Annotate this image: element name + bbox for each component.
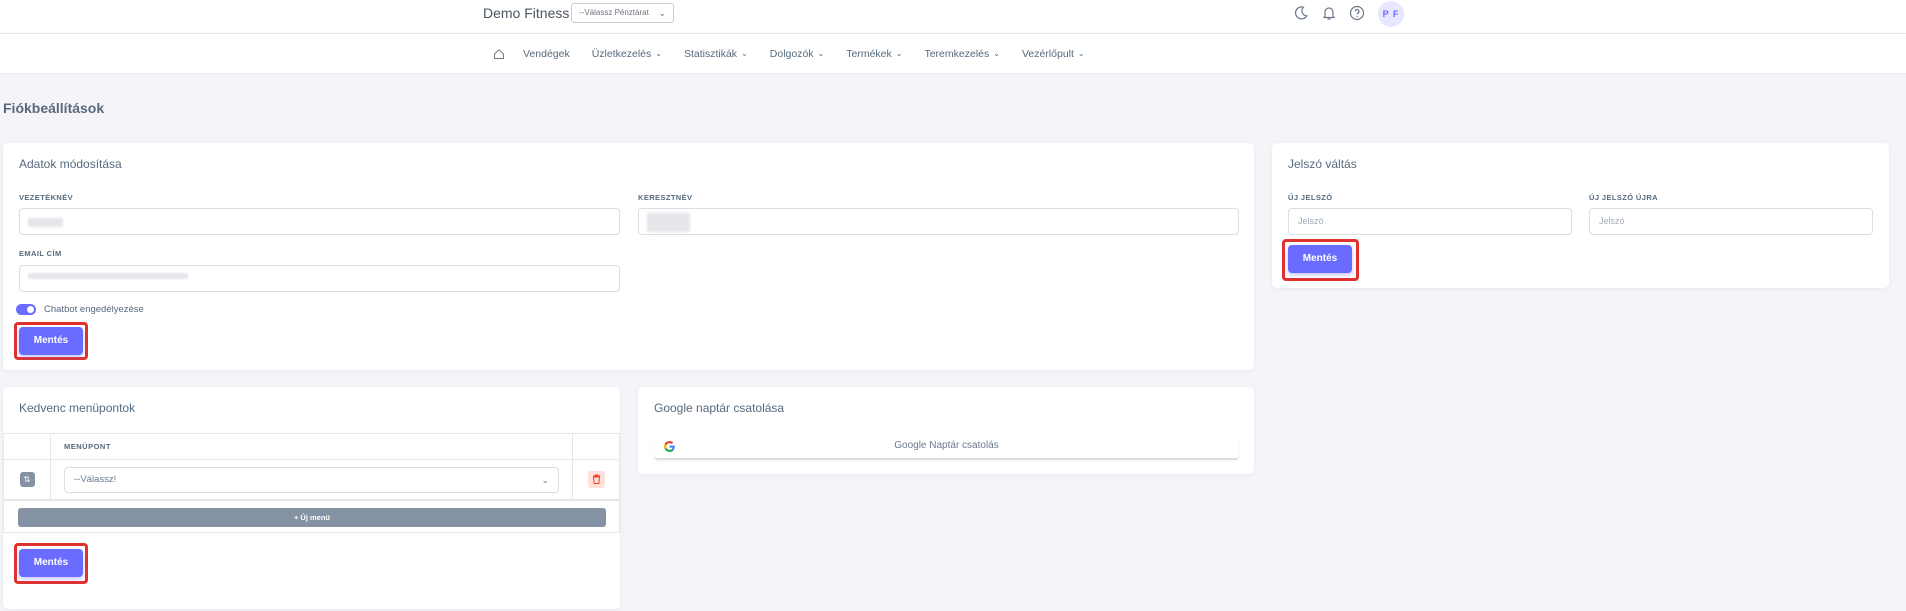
chevron-down-icon: ⌄ — [741, 49, 748, 58]
google-calendar-card: Google naptár csatolása — [638, 387, 1254, 474]
new-password-field[interactable]: Jelszó — [1288, 208, 1572, 235]
nav-item-label: Termékek — [846, 47, 892, 60]
nav-item-label: Statisztikák — [683, 47, 738, 60]
firstname-label: KERESZTNÉV — [638, 193, 693, 202]
new-password-placeholder: Jelszó — [1298, 216, 1324, 226]
profile-save-button[interactable]: Mentés — [19, 327, 83, 355]
google-calendar-connect-button[interactable]: Google Naptár csatolás — [654, 432, 1239, 460]
nav-item-termekek[interactable]: Termékek ⌄ — [846, 48, 902, 60]
table-header-menupont: MENÜPONT — [50, 433, 573, 460]
nav-item-dolgozok[interactable]: Dolgozók ⌄ — [770, 48, 824, 60]
lastname-label: VEZETÉKNÉV — [19, 193, 74, 202]
profile-card: Adatok módosítása — [3, 143, 1254, 370]
nav-item-label: Vezérlőpult — [1021, 47, 1074, 60]
repeat-password-placeholder: Jelszó — [1599, 216, 1625, 226]
drag-handle-icon[interactable]: ⇅ — [19, 472, 35, 487]
register-select[interactable]: --Válassz Pénztárat ⌄ — [571, 3, 674, 23]
menu-item-select-value: --Válassz! — [74, 473, 117, 485]
lastname-field[interactable] — [19, 208, 620, 235]
table-row: ⇅ --Válassz! ⌄ — [3, 459, 620, 500]
email-label: EMAIL CÍM — [19, 249, 62, 258]
chatbot-toggle-label: Chatbot engedélyezése — [44, 304, 144, 315]
chevron-down-icon: ⌄ — [541, 474, 549, 485]
profile-card-title: Adatok módosítása — [19, 157, 122, 171]
nav-item-label: Üzletkezelés — [591, 47, 652, 60]
nav-item-label: Dolgozók — [769, 47, 814, 60]
nav-item-teremkezeles[interactable]: Teremkezelés ⌄ — [924, 48, 999, 60]
nav-item-label: Vendégek — [523, 47, 570, 60]
repeat-password-field[interactable]: Jelszó — [1589, 208, 1873, 235]
chevron-down-icon: ⌄ — [895, 49, 903, 58]
chevron-down-icon: ⌄ — [1077, 49, 1085, 58]
redacted-value — [28, 273, 188, 279]
page-title: Fiókbeállítások — [3, 100, 105, 116]
chevron-down-icon: ⌄ — [658, 8, 666, 18]
nav-item-vezerlopult[interactable]: Vezérlőpult ⌄ — [1022, 48, 1085, 60]
help-icon[interactable] — [1349, 5, 1365, 21]
nav-item-label: Teremkezelés — [924, 47, 990, 60]
email-field[interactable] — [19, 265, 620, 292]
top-bar: Demo Fitness --Válassz Pénztárat ⌄ P F — [0, 0, 1906, 34]
new-menu-button[interactable]: + Új menü — [18, 508, 606, 527]
nav-item-vendegek[interactable]: Vendégek — [523, 48, 570, 60]
main-nav: Vendégek Üzletkezelés ⌄ Statisztikák ⌄ Dol… — [0, 34, 1906, 73]
nav-item-statisztikak[interactable]: Statisztikák ⌄ — [684, 48, 748, 60]
chevron-down-icon: ⌄ — [655, 49, 662, 58]
new-password-label: ÚJ JELSZÓ — [1288, 193, 1333, 202]
google-card-title: Google naptár csatolása — [654, 401, 785, 415]
brand-name[interactable]: Demo Fitness — [483, 5, 569, 21]
redacted-value — [28, 218, 63, 227]
menu-item-select[interactable]: --Válassz! ⌄ — [64, 466, 559, 493]
redacted-value — [647, 213, 690, 232]
firstname-field[interactable] — [638, 208, 1239, 235]
password-card-title: Jelszó váltás — [1288, 157, 1357, 171]
delete-button[interactable] — [587, 471, 605, 488]
home-icon[interactable] — [493, 48, 505, 60]
favorites-save-button[interactable]: Mentés — [19, 549, 83, 577]
chevron-down-icon: ⌄ — [817, 49, 825, 58]
delete-cell — [572, 459, 620, 500]
table-header-cell — [3, 433, 51, 460]
favorites-table: MENÜPONT ⇅ --Válassz! ⌄ — [3, 433, 620, 500]
register-select-value: --Válassz Pénztárat — [579, 8, 649, 17]
password-save-button[interactable]: Mentés — [1288, 245, 1352, 273]
nav-item-uzletkezeles[interactable]: Üzletkezelés ⌄ — [592, 48, 662, 60]
chevron-down-icon: ⌄ — [993, 49, 1000, 58]
favorites-card-title: Kedvenc menüpontok — [19, 401, 136, 415]
bell-icon[interactable] — [1321, 5, 1337, 21]
repeat-password-label: ÚJ JELSZÓ ÚJRA — [1589, 193, 1658, 202]
chatbot-toggle[interactable] — [16, 304, 36, 315]
select-cell: --Válassz! ⌄ — [50, 459, 573, 500]
avatar[interactable]: P F — [1378, 1, 1404, 27]
moon-icon[interactable] — [1293, 5, 1309, 21]
trash-icon — [592, 474, 600, 484]
drag-cell: ⇅ — [3, 459, 51, 500]
google-calendar-connect-label: Google Naptár csatolás — [894, 440, 999, 451]
table-header-cell — [572, 433, 620, 460]
